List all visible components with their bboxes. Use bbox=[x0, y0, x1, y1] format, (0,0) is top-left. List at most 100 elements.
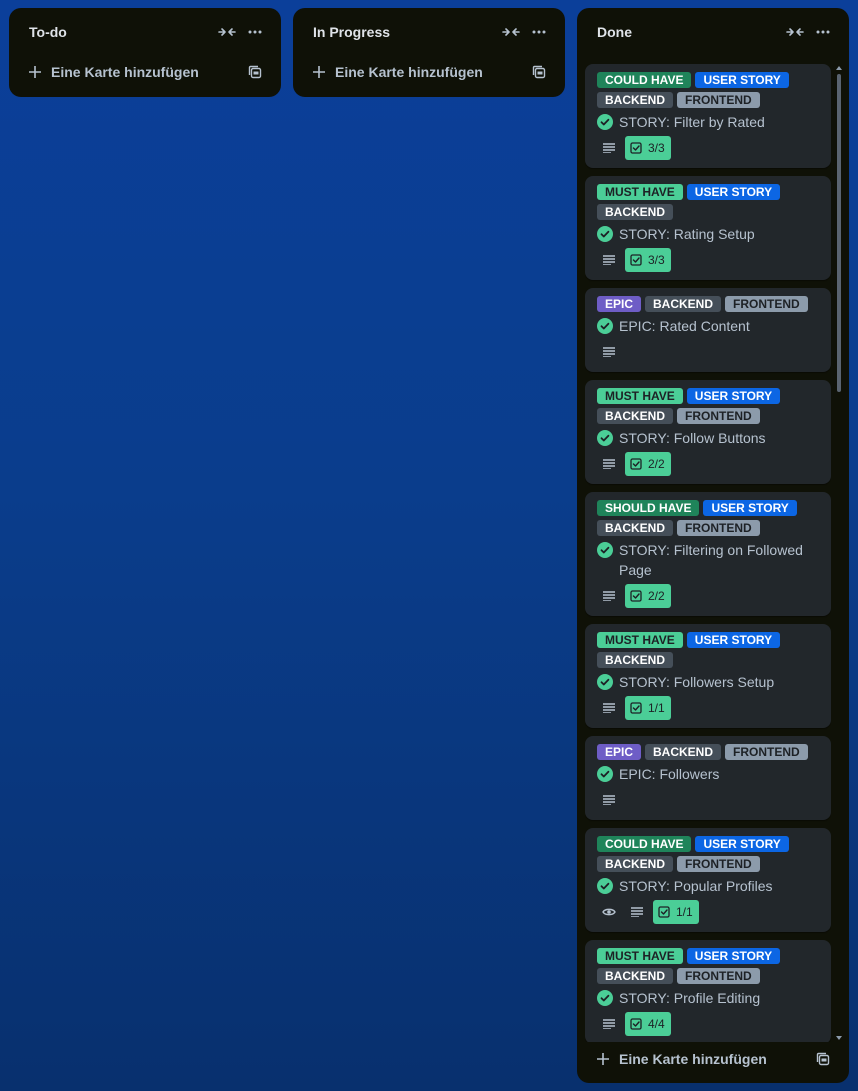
card-label[interactable]: USER STORY bbox=[686, 184, 781, 200]
card[interactable]: COULD HAVE USER STORY BACKEND FRONTEND STORY… bbox=[585, 64, 831, 168]
card-label[interactable]: MUST HAVE bbox=[597, 948, 683, 964]
plus-icon bbox=[311, 64, 327, 80]
card-title-row: STORY: Filter by Rated bbox=[597, 112, 819, 132]
card[interactable]: MUST HAVE USER STORY BACKEND STORY: Followe… bbox=[585, 624, 831, 728]
card-badges: 3/3 bbox=[597, 248, 819, 272]
card-title: EPIC: Followers bbox=[619, 766, 720, 782]
card-title: STORY: Filter by Rated bbox=[619, 114, 765, 130]
card-badges: 1/1 bbox=[597, 900, 819, 924]
card[interactable]: MUST HAVE USER STORY BACKEND FRONTEND STORY:… bbox=[585, 380, 831, 484]
check-circle-icon[interactable] bbox=[597, 430, 613, 446]
card-label[interactable]: FRONTEND bbox=[677, 968, 760, 984]
card-label[interactable]: USER STORY bbox=[695, 836, 789, 852]
card-label[interactable]: EPIC bbox=[597, 744, 642, 760]
scroll-up-icon[interactable] bbox=[835, 64, 843, 72]
add-card-button[interactable]: Eine Karte hinzufügen bbox=[17, 56, 273, 88]
list-title[interactable]: To-do bbox=[29, 24, 213, 40]
card-label[interactable]: MUST HAVE bbox=[597, 388, 683, 404]
template-icon[interactable] bbox=[531, 64, 547, 80]
card-label[interactable]: BACKEND bbox=[597, 408, 673, 424]
card-label[interactable]: BACKEND bbox=[597, 856, 673, 872]
collapse-icon[interactable] bbox=[213, 18, 241, 46]
card-title-row: STORY: Popular Profiles bbox=[597, 876, 819, 896]
more-icon[interactable] bbox=[525, 18, 553, 46]
collapse-icon[interactable] bbox=[497, 18, 525, 46]
card-label[interactable]: FRONTEND bbox=[677, 856, 760, 872]
card-label[interactable]: USER STORY bbox=[686, 632, 781, 648]
checklist-badge: 1/1 bbox=[625, 696, 671, 720]
scrollbar[interactable] bbox=[835, 64, 843, 1042]
card-label[interactable]: USER STORY bbox=[686, 388, 781, 404]
list-title[interactable]: Done bbox=[597, 24, 781, 40]
card-label[interactable]: BACKEND bbox=[645, 744, 722, 760]
collapse-icon[interactable] bbox=[781, 18, 809, 46]
card-label[interactable]: COULD HAVE bbox=[597, 72, 692, 88]
card-label[interactable]: FRONTEND bbox=[677, 520, 760, 536]
add-card-button[interactable]: Eine Karte hinzufügen bbox=[301, 56, 557, 88]
card-badges: 4/4 bbox=[597, 1012, 819, 1036]
checklist-icon bbox=[629, 589, 643, 603]
scroll-down-icon[interactable] bbox=[835, 1034, 843, 1042]
add-card-button[interactable]: Eine Karte hinzufügen bbox=[585, 1043, 841, 1075]
checklist-icon bbox=[629, 701, 643, 715]
check-circle-icon[interactable] bbox=[597, 990, 613, 1006]
card-label[interactable]: FRONTEND bbox=[677, 92, 760, 108]
card-label[interactable]: SHOULD HAVE bbox=[597, 500, 700, 516]
card-label[interactable]: FRONTEND bbox=[725, 744, 808, 760]
checklist-icon bbox=[629, 253, 643, 267]
add-card-label: Eine Karte hinzufügen bbox=[335, 64, 483, 80]
check-circle-icon[interactable] bbox=[597, 226, 613, 242]
card-label[interactable]: USER STORY bbox=[686, 948, 781, 964]
card[interactable]: SHOULD HAVE USER STORY BACKEND FRONTEND STOR… bbox=[585, 492, 831, 616]
card-label[interactable]: USER STORY bbox=[695, 72, 789, 88]
check-circle-icon[interactable] bbox=[597, 114, 613, 130]
plus-icon bbox=[595, 1051, 611, 1067]
description-icon bbox=[601, 252, 617, 268]
card-label[interactable]: USER STORY bbox=[703, 500, 797, 516]
card[interactable]: COULD HAVE USER STORY BACKEND FRONTEND STORY… bbox=[585, 828, 831, 932]
checklist-icon bbox=[629, 141, 643, 155]
card-labels: COULD HAVE USER STORY BACKEND FRONTEND bbox=[597, 72, 813, 108]
more-icon[interactable] bbox=[809, 18, 837, 46]
eye-icon bbox=[601, 904, 617, 920]
card-title-row: STORY: Followers Setup bbox=[597, 672, 819, 692]
card-title-row: STORY: Rating Setup bbox=[597, 224, 819, 244]
checklist-badge: 4/4 bbox=[625, 1012, 671, 1036]
card-title-row: STORY: Follow Buttons bbox=[597, 428, 819, 448]
card-label[interactable]: EPIC bbox=[597, 296, 642, 312]
card-label[interactable]: BACKEND bbox=[597, 968, 673, 984]
check-circle-icon[interactable] bbox=[597, 674, 613, 690]
card[interactable]: EPIC BACKEND FRONTEND EPIC: Rated Content bbox=[585, 288, 831, 372]
card-label[interactable]: FRONTEND bbox=[677, 408, 760, 424]
check-circle-icon[interactable] bbox=[597, 766, 613, 782]
card-label[interactable]: BACKEND bbox=[597, 204, 673, 220]
card-label[interactable]: BACKEND bbox=[597, 520, 673, 536]
card-label[interactable]: BACKEND bbox=[597, 92, 673, 108]
card-label[interactable]: MUST HAVE bbox=[597, 632, 683, 648]
check-circle-icon[interactable] bbox=[597, 878, 613, 894]
card[interactable]: MUST HAVE USER STORY BACKEND STORY: Rating … bbox=[585, 176, 831, 280]
card-label[interactable]: MUST HAVE bbox=[597, 184, 683, 200]
card-label[interactable]: BACKEND bbox=[597, 652, 673, 668]
card-title: STORY: Profile Editing bbox=[619, 990, 761, 1006]
card-label[interactable]: FRONTEND bbox=[725, 296, 808, 312]
description-icon bbox=[629, 904, 645, 920]
template-icon[interactable] bbox=[815, 1051, 831, 1067]
list-title[interactable]: In Progress bbox=[313, 24, 497, 40]
description-icon bbox=[601, 140, 617, 156]
template-icon[interactable] bbox=[247, 64, 263, 80]
scrollbar-thumb[interactable] bbox=[837, 74, 841, 392]
card-title: STORY: Filtering on Followed Page bbox=[619, 542, 803, 578]
description-icon bbox=[601, 588, 617, 604]
check-circle-icon[interactable] bbox=[597, 318, 613, 334]
card-title: EPIC: Rated Content bbox=[619, 318, 750, 334]
card[interactable]: EPIC BACKEND FRONTEND EPIC: Followers bbox=[585, 736, 831, 820]
card[interactable]: MUST HAVE USER STORY BACKEND FRONTEND STORY:… bbox=[585, 940, 831, 1042]
card-title-row: EPIC: Followers bbox=[597, 764, 819, 784]
card-badges: 2/2 bbox=[597, 452, 819, 476]
card-label[interactable]: COULD HAVE bbox=[597, 836, 692, 852]
card-label[interactable]: BACKEND bbox=[645, 296, 722, 312]
plus-icon bbox=[27, 64, 43, 80]
check-circle-icon[interactable] bbox=[597, 542, 613, 558]
more-icon[interactable] bbox=[241, 18, 269, 46]
